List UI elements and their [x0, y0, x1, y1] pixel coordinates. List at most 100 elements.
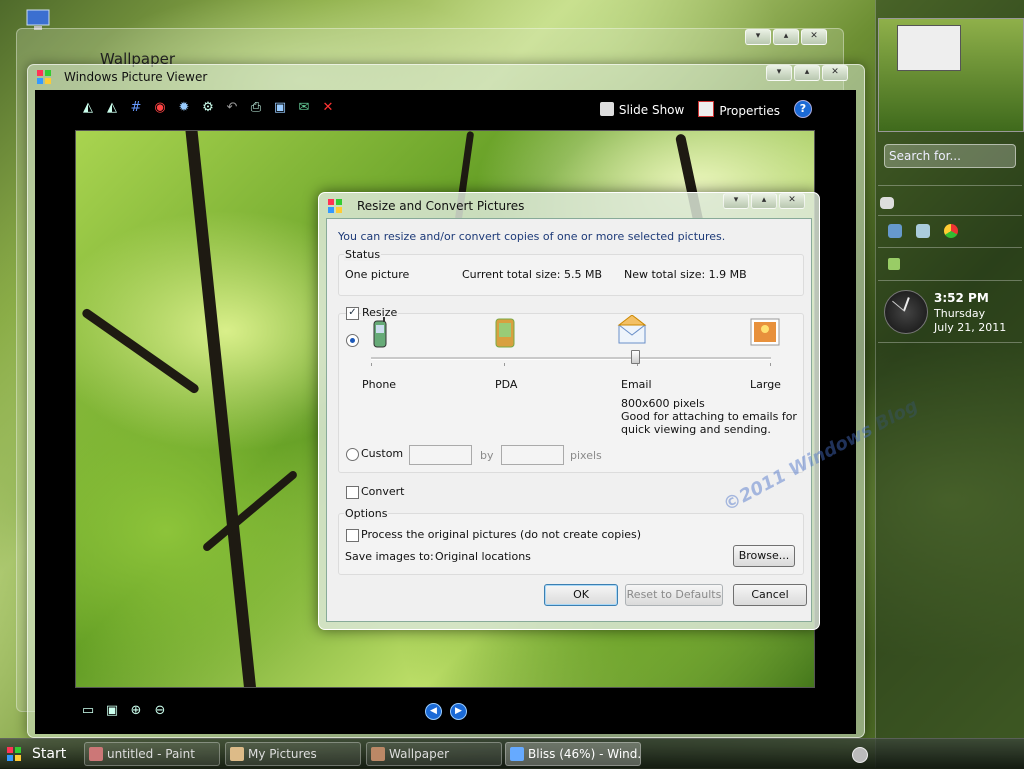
auto-adjust-icon[interactable]: ◭: [80, 100, 96, 116]
large-photo-icon: [750, 318, 780, 346]
windows-logo-icon: [7, 747, 21, 761]
preset-label-large[interactable]: Large: [750, 378, 781, 391]
email-icon: [617, 315, 647, 344]
ok-button[interactable]: OK: [544, 584, 618, 606]
paint-icon: [89, 747, 103, 761]
preset-description-dimensions: 800x600 pixels: [621, 397, 705, 410]
next-icon[interactable]: ▶: [450, 703, 467, 720]
custom-height-input[interactable]: [501, 445, 564, 465]
slider-tick: [504, 363, 505, 366]
convert-checkbox[interactable]: [346, 486, 359, 499]
viewer-toolbar: ◭ ◭ # ◉ ✹ ⚙ ↶ ⎙ ▣ ✉ ✕: [80, 100, 336, 116]
gadget-icon[interactable]: [916, 224, 930, 238]
custom-size-label: Custom: [361, 447, 404, 460]
windows-logo-icon: [37, 70, 51, 84]
delete-icon[interactable]: ✕: [320, 100, 336, 116]
undo-icon[interactable]: ↶: [224, 100, 240, 116]
taskbar-item-wallpaper[interactable]: Wallpaper: [366, 742, 502, 766]
gadget-icon[interactable]: [888, 224, 902, 238]
close-button[interactable]: ✕: [779, 193, 805, 209]
notes-icon[interactable]: [880, 197, 894, 209]
crop-icon[interactable]: #: [128, 100, 144, 116]
dialog-title: Resize and Convert Pictures: [357, 199, 525, 213]
feed-icon[interactable]: [888, 258, 900, 270]
taskbar-item-label: Bliss (46%) - Wind...: [528, 747, 641, 761]
clock-day: Thursday: [934, 307, 986, 320]
clock-time: 3:52 PM: [934, 291, 989, 305]
slider-tick: [770, 363, 771, 366]
browser-icon[interactable]: [944, 224, 958, 238]
start-button[interactable]: Start: [2, 743, 74, 765]
zoom-out-icon[interactable]: ⊖: [152, 703, 168, 719]
preset-description-line: quick viewing and sending.: [621, 423, 771, 436]
size-slider-thumb[interactable]: [631, 350, 640, 364]
process-original-checkbox[interactable]: [346, 529, 359, 542]
actual-size-icon[interactable]: ▭: [80, 703, 96, 719]
close-button[interactable]: ✕: [822, 65, 848, 81]
viewer-title: Windows Picture Viewer: [64, 70, 208, 84]
dialog-window-controls: ▾ ▴ ✕: [723, 193, 805, 209]
properties-label: Properties: [719, 103, 780, 118]
properties-button[interactable]: Properties: [698, 100, 780, 118]
taskbar-item-label: My Pictures: [248, 747, 317, 761]
rotate-icon[interactable]: ⚙: [200, 100, 216, 116]
adjust-icon[interactable]: ◭: [104, 100, 120, 116]
custom-by-label: by: [480, 449, 494, 462]
slideshow-button[interactable]: Slide Show: [599, 101, 685, 117]
taskbar-item-label: Wallpaper: [389, 747, 450, 761]
start-label: Start: [32, 746, 67, 762]
save-icon[interactable]: ▣: [272, 100, 288, 116]
fit-window-icon[interactable]: ▣: [104, 703, 120, 719]
custom-size-radio[interactable]: [346, 448, 359, 461]
taskbar-item-label: untitled - Paint: [107, 747, 195, 761]
maximize-button[interactable]: ▴: [751, 193, 777, 209]
slideshow-label: Slide Show: [618, 102, 685, 117]
show-desktop-icon[interactable]: [852, 747, 868, 763]
maximize-button[interactable]: ▴: [773, 29, 799, 45]
sidebar-divider: [878, 280, 1022, 281]
minimize-button[interactable]: ▾: [723, 193, 749, 209]
slideshow-icon: [599, 101, 614, 116]
reset-defaults-button[interactable]: Reset to Defaults: [625, 584, 723, 606]
close-button[interactable]: ✕: [801, 29, 827, 45]
process-original-label: Process the original pictures (do not cr…: [361, 528, 642, 541]
email-icon[interactable]: ✉: [296, 100, 312, 116]
brightness-icon[interactable]: ✹: [176, 100, 192, 116]
slideshow-gadget[interactable]: [878, 18, 1024, 132]
phone-icon: [373, 317, 387, 348]
status-count: One picture: [345, 268, 410, 281]
viewer-navigation: ◀ ▶: [425, 703, 467, 720]
red-eye-icon[interactable]: ◉: [152, 100, 168, 116]
help-button[interactable]: ?: [794, 100, 812, 118]
preset-label-pda[interactable]: PDA: [495, 378, 517, 391]
options-group-label: Options: [344, 507, 389, 520]
maximize-button[interactable]: ▴: [794, 65, 820, 81]
print-icon[interactable]: ⎙: [248, 100, 264, 116]
preset-description-line: Good for attaching to emails for: [621, 410, 797, 423]
taskbar-item-my-pictures[interactable]: My Pictures: [225, 742, 361, 766]
viewer-toolbar-right: Slide Show Properties ?: [599, 100, 812, 118]
custom-width-input[interactable]: [409, 445, 472, 465]
previous-icon[interactable]: ◀: [425, 703, 442, 720]
custom-pixels-label: pixels: [570, 449, 602, 462]
cancel-button[interactable]: Cancel: [733, 584, 807, 606]
preset-label-email[interactable]: Email: [621, 378, 652, 391]
browse-button[interactable]: Browse...: [733, 545, 795, 567]
current-total-size: Current total size: 5.5 MB: [462, 268, 603, 281]
new-total-size: New total size: 1.9 MB: [624, 268, 747, 281]
size-slider-track[interactable]: [371, 357, 771, 360]
taskbar-item-picture-viewer[interactable]: Bliss (46%) - Wind...: [505, 742, 641, 766]
minimize-button[interactable]: ▾: [766, 65, 792, 81]
preset-label-phone[interactable]: Phone: [362, 378, 396, 391]
search-input[interactable]: Search for...: [884, 144, 1016, 168]
preview-thumbnail: [897, 25, 961, 71]
taskbar-item-paint[interactable]: untitled - Paint: [84, 742, 220, 766]
save-to-value: Original locations: [435, 550, 531, 563]
zoom-in-icon[interactable]: ⊕: [128, 703, 144, 719]
resize-checkbox[interactable]: ✓: [346, 307, 359, 320]
minimize-button[interactable]: ▾: [745, 29, 771, 45]
save-to-label: Save images to:: [345, 550, 434, 563]
preset-size-radio[interactable]: [346, 334, 359, 347]
taskbar: Start untitled - Paint My Pictures Wallp…: [0, 738, 1024, 769]
analog-clock: [884, 290, 928, 334]
